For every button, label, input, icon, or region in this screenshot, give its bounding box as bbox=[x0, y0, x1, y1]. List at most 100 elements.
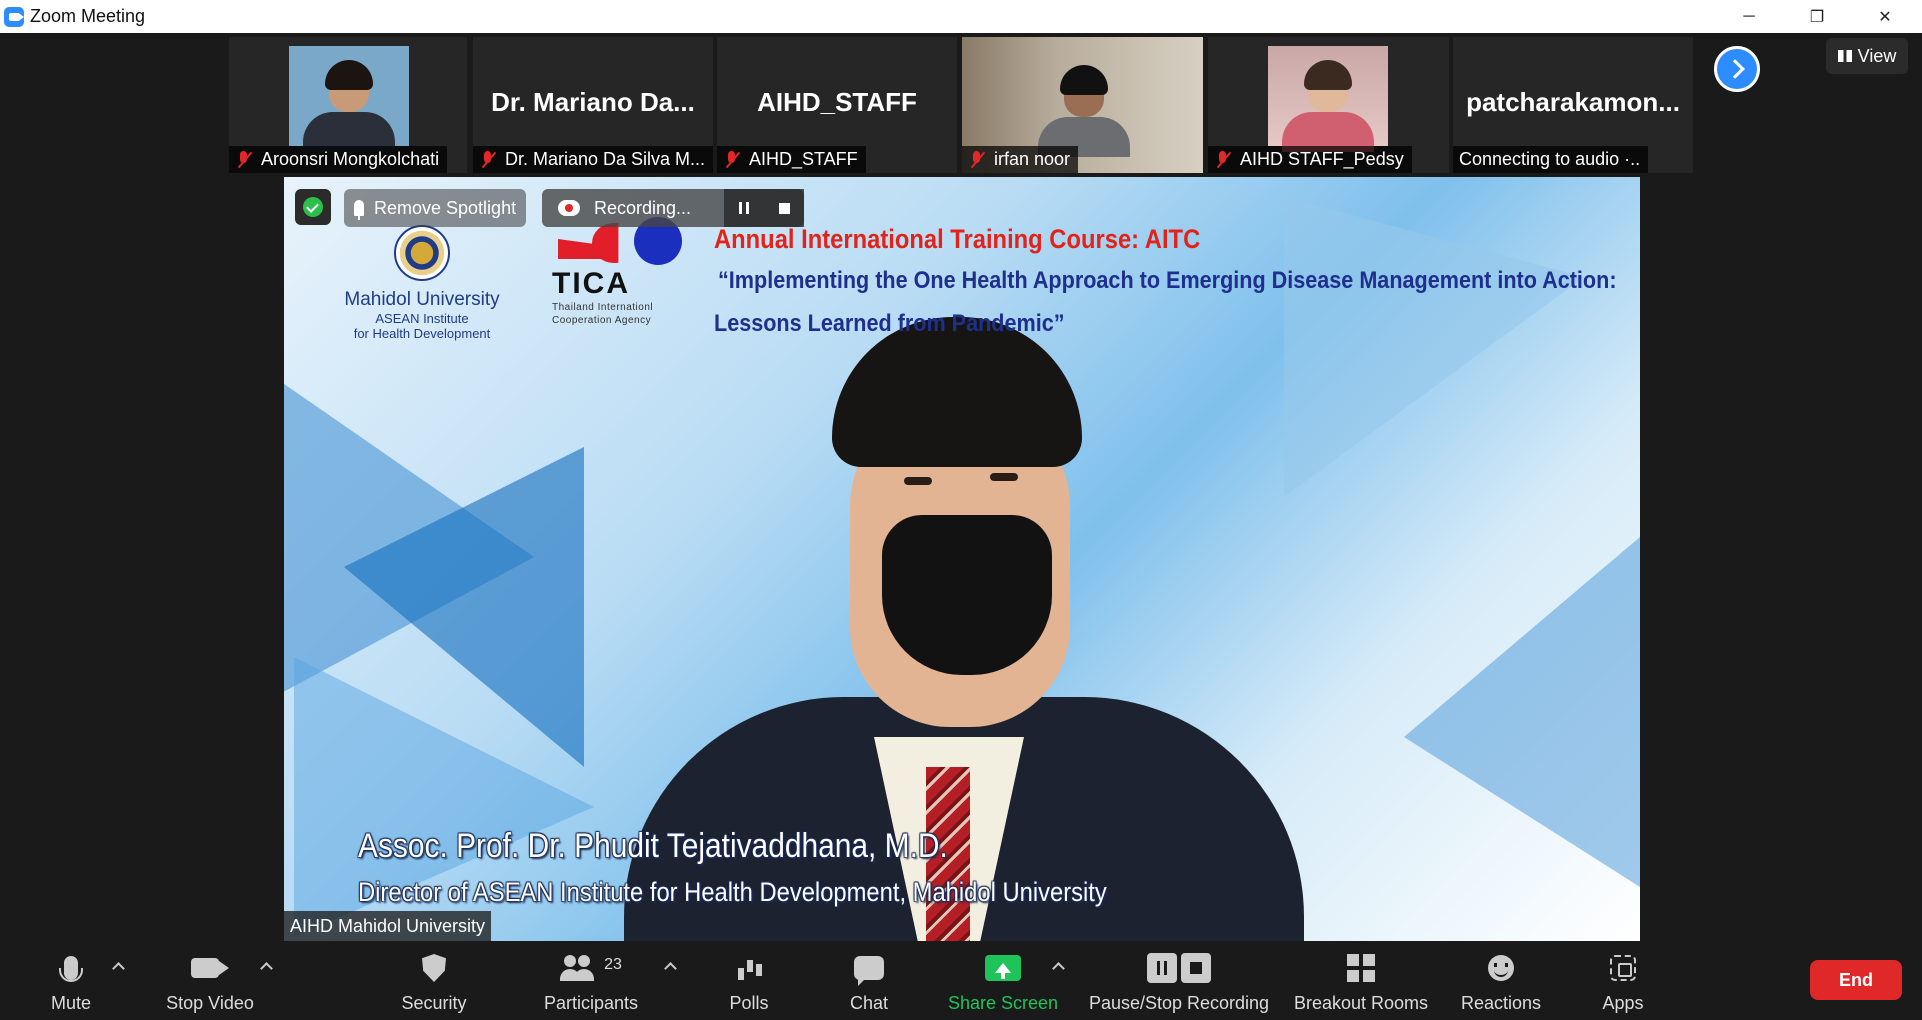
chat-label: Chat bbox=[849, 993, 889, 1013]
participant-tile[interactable]: patcharakamon... Connecting to audio ·.. bbox=[1453, 37, 1693, 173]
polls-icon bbox=[736, 956, 762, 980]
zoom-logo-icon bbox=[4, 6, 24, 27]
polls-button[interactable]: Polls bbox=[714, 944, 784, 1020]
breakout-rooms-button[interactable]: Breakout Rooms bbox=[1292, 944, 1430, 1020]
mic-muted-icon bbox=[235, 150, 253, 170]
chevron-right-icon bbox=[1724, 59, 1745, 79]
view-label: View bbox=[1857, 45, 1897, 66]
course-subtitle-line-1: “Implementing the One Health Approach to… bbox=[718, 267, 1617, 294]
participant-name: Aroonsri Mongkolchati bbox=[261, 149, 440, 169]
shield-icon bbox=[422, 954, 446, 982]
mic-muted-icon bbox=[1214, 150, 1232, 170]
end-meeting-button[interactable]: End bbox=[1810, 960, 1902, 1000]
participant-tile[interactable]: Aroonsri Mongkolchati bbox=[229, 37, 467, 173]
recording-label: Recording... bbox=[594, 197, 692, 218]
tica-name: TICA bbox=[552, 267, 630, 300]
reactions-icon bbox=[1488, 955, 1514, 981]
tica-logo: TICA Thailand Internationl Cooperation A… bbox=[552, 217, 682, 327]
stop-recording-button[interactable] bbox=[764, 189, 804, 227]
gallery-strip: Aroonsri Mongkolchati Dr. Mariano Da... … bbox=[0, 37, 1922, 173]
video-options-caret[interactable] bbox=[258, 958, 274, 974]
stop-video-button[interactable]: Stop Video bbox=[160, 944, 260, 1020]
microphone-icon bbox=[59, 956, 83, 982]
mic-muted-icon bbox=[479, 150, 497, 170]
share-screen-label: Share Screen bbox=[947, 993, 1059, 1013]
mic-muted-icon bbox=[723, 150, 741, 170]
mahidol-sub: ASEAN Institute bbox=[375, 311, 469, 326]
pause-stop-recording-label: Pause/Stop Recording bbox=[1088, 993, 1270, 1013]
restore-button[interactable]: ❐ bbox=[1782, 0, 1852, 33]
course-title: Annual International Training Course: AI… bbox=[714, 224, 1201, 254]
stop-icon bbox=[778, 202, 790, 214]
speaker-title-caption: Director of ASEAN Institute for Health D… bbox=[358, 877, 1107, 907]
pause-stop-recording-button[interactable]: Pause/Stop Recording bbox=[1088, 944, 1270, 1020]
apps-icon bbox=[1610, 955, 1636, 981]
breakout-rooms-label: Breakout Rooms bbox=[1293, 993, 1429, 1013]
cloud-recording-icon bbox=[558, 200, 580, 216]
chat-button[interactable]: Chat bbox=[834, 944, 904, 1020]
participant-display-name: AIHD_STAFF bbox=[757, 87, 917, 117]
participant-name: AIHD_STAFF bbox=[749, 149, 858, 169]
polls-label: Polls bbox=[729, 993, 769, 1013]
participant-display-name: Dr. Mariano Da... bbox=[491, 87, 695, 117]
chat-icon bbox=[854, 956, 884, 986]
remove-spotlight-button[interactable]: Remove Spotlight bbox=[344, 189, 527, 227]
pause-recording-button[interactable] bbox=[724, 189, 764, 227]
participant-tile[interactable]: Dr. Mariano Da... Dr. Mariano Da Silva M… bbox=[473, 37, 713, 173]
share-screen-button[interactable]: Share Screen bbox=[944, 944, 1062, 1020]
participant-tile[interactable]: irfan noor bbox=[962, 37, 1203, 173]
participant-video bbox=[1024, 51, 1144, 157]
participant-tile[interactable]: AIHD_STAFF AIHD_STAFF bbox=[717, 37, 957, 173]
security-label: Security bbox=[401, 993, 467, 1013]
tica-sub: Thailand Internationl bbox=[552, 302, 654, 313]
participant-name-tag: irfan noor bbox=[962, 146, 1079, 173]
participant-tile[interactable]: AIHD STAFF_Pedsy bbox=[1208, 37, 1449, 173]
reactions-button[interactable]: Reactions bbox=[1456, 944, 1546, 1020]
mahidol-university-logo: Mahidol University ASEAN Institute for H… bbox=[332, 225, 512, 341]
participant-name-tag: Connecting to audio ·.. bbox=[1453, 146, 1649, 173]
recording-indicator: Recording... bbox=[542, 189, 804, 227]
active-participant-name: AIHD Mahidol University bbox=[284, 911, 492, 941]
participants-button[interactable]: 23 Participants bbox=[536, 944, 646, 1020]
mahidol-seal-icon bbox=[394, 225, 450, 281]
minimize-button[interactable]: ─ bbox=[1714, 0, 1784, 33]
course-subtitle-line-2: Lessons Learned from Pandemic” bbox=[714, 310, 1065, 337]
participant-video bbox=[289, 46, 409, 152]
next-page-button[interactable] bbox=[1714, 46, 1760, 92]
shield-check-icon bbox=[303, 197, 323, 217]
participants-label: Participants bbox=[543, 993, 639, 1013]
grid-view-icon bbox=[1837, 50, 1852, 62]
participant-video bbox=[1268, 46, 1388, 152]
participant-name-tag: Aroonsri Mongkolchati bbox=[229, 146, 448, 173]
pause-icon bbox=[739, 202, 749, 214]
security-button[interactable]: Security bbox=[392, 944, 476, 1020]
audio-options-caret[interactable] bbox=[110, 958, 126, 974]
mute-button[interactable]: Mute bbox=[40, 944, 102, 1020]
share-options-caret[interactable] bbox=[1050, 958, 1066, 974]
mahidol-name: Mahidol University bbox=[344, 289, 500, 310]
mic-muted-icon bbox=[968, 150, 986, 170]
participant-name: Dr. Mariano Da Silva M... bbox=[505, 149, 706, 169]
stop-video-label: Stop Video bbox=[166, 993, 254, 1013]
share-screen-icon bbox=[985, 955, 1021, 981]
apps-button[interactable]: Apps bbox=[1594, 944, 1652, 1020]
close-button[interactable]: ✕ bbox=[1850, 0, 1920, 33]
reactions-label: Reactions bbox=[1460, 993, 1542, 1013]
speaker-name-caption: Assoc. Prof. Dr. Phudit Tejativaddhana, … bbox=[358, 827, 948, 865]
participant-name-tag: AIHD STAFF_Pedsy bbox=[1208, 146, 1412, 173]
participant-name: AIHD STAFF_Pedsy bbox=[1240, 149, 1404, 169]
apps-label: Apps bbox=[1602, 993, 1644, 1013]
participants-options-caret[interactable] bbox=[662, 958, 678, 974]
participant-display-name: patcharakamon... bbox=[1466, 87, 1680, 117]
participant-name-tag: Dr. Mariano Da Silva M... bbox=[473, 146, 713, 173]
participant-name-tag: AIHD_STAFF bbox=[717, 146, 866, 173]
window-title: Zoom Meeting bbox=[30, 6, 146, 26]
mahidol-sub: for Health Development bbox=[353, 326, 491, 341]
remove-spotlight-label: Remove Spotlight bbox=[374, 197, 517, 218]
participants-count: 23 bbox=[604, 956, 622, 973]
participant-status: Connecting to audio ·.. bbox=[1459, 149, 1641, 169]
main-video[interactable]: Mahidol University ASEAN Institute for H… bbox=[284, 177, 1640, 941]
view-button[interactable]: View bbox=[1826, 38, 1908, 74]
security-badge[interactable] bbox=[295, 189, 331, 225]
meeting-toolbar: Mute Stop Video Security 23 Participants… bbox=[0, 944, 1922, 1020]
